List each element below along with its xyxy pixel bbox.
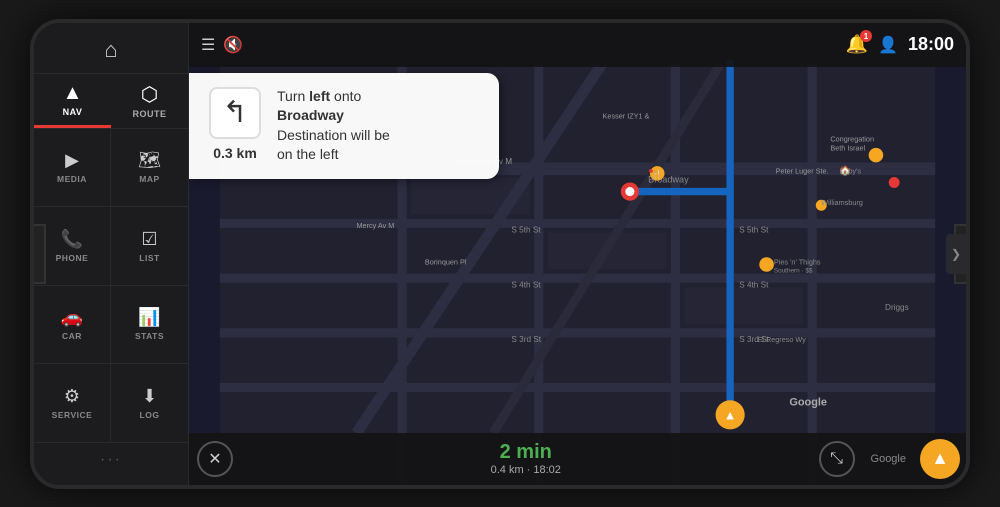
media-label: MEDIA [57, 174, 87, 184]
google-attribution: Google [863, 453, 914, 465]
map-icon: 🗺 [138, 150, 161, 171]
bottom-navigation-bar: ✕ 2 min 0.4 km · 18:02 ⤡ Google ▲ [189, 433, 966, 485]
compass-icon-circle: ▲ [920, 439, 960, 479]
svg-text:Peter Luger Ste.: Peter Luger Ste. [776, 166, 829, 175]
car-label: CAR [62, 331, 82, 341]
nav-button[interactable]: ▲ NAV [34, 74, 111, 128]
route-info: 2 min 0.4 km · 18:02 [241, 441, 811, 476]
svg-text:Beth Israel: Beth Israel [830, 143, 865, 152]
nav-card-left: ↰ 0.3 km [205, 87, 265, 165]
sidebar-item-car[interactable]: 🚗 CAR [34, 286, 111, 365]
nav-instruction-content: Turn left onto Broadway Destination will… [277, 87, 390, 165]
chevron-right-icon: ❯ [951, 247, 961, 261]
compass-arrow-icon: ▲ [931, 448, 949, 469]
user-avatar[interactable]: 👤 [878, 35, 898, 55]
nav-instruction-card: ↰ 0.3 km Turn left onto Broadway Destina… [189, 73, 499, 179]
map-label: MAP [139, 174, 159, 184]
svg-text:Mercy Av M: Mercy Av M [357, 221, 395, 230]
phone-label: PHONE [56, 253, 89, 263]
svg-text:●: ● [648, 165, 654, 175]
bracket-left [30, 224, 46, 284]
phone-icon: 📞 [61, 229, 83, 250]
sidebar-more-dots[interactable]: ··· [100, 443, 122, 477]
svg-text:S 3rd St: S 3rd St [511, 334, 541, 343]
cancel-icon-circle: ✕ [197, 441, 233, 477]
main-map-area: ☰ 🔇 🔔 1 👤 18:00 [189, 23, 966, 485]
list-label: LIST [139, 253, 159, 263]
svg-text:S 4th St: S 4th St [739, 280, 769, 289]
svg-text:Borinquen Pl: Borinquen Pl [425, 257, 467, 266]
sidebar-item-media[interactable]: ▶ MEDIA [34, 129, 111, 208]
route-options-button[interactable]: ⤡ [811, 433, 863, 485]
svg-text:Congregation: Congregation [830, 134, 874, 143]
nav-route-row: ▲ NAV ⬡ ROUTE [34, 74, 188, 129]
mute-icon[interactable]: 🔇 [223, 35, 243, 55]
home-icon: ⌂ [104, 37, 117, 63]
eta-time: 2 min [500, 441, 552, 464]
svg-text:🏠: 🏠 [839, 165, 850, 175]
nav-distance: 0.3 km [213, 145, 257, 161]
compass-button[interactable]: ▲ [914, 433, 966, 485]
nav-button-label: NAV [63, 107, 83, 117]
route-button[interactable]: ⬡ ROUTE [111, 74, 188, 128]
svg-text:Williamsburg: Williamsburg [821, 198, 863, 207]
stats-label: STATS [135, 331, 164, 341]
x-icon: ✕ [208, 449, 221, 469]
turn-arrow-icon: ↰ [222, 95, 247, 130]
car-icon: 🚗 [61, 307, 83, 328]
home-button[interactable]: ⌂ [34, 31, 188, 74]
collapse-arrow[interactable]: ❯ [946, 234, 966, 274]
svg-text:🍴: 🍴 [652, 169, 662, 180]
log-icon: ⬇ [142, 386, 157, 407]
list-icon: ☑ [141, 229, 157, 250]
notification-badge: 1 [860, 30, 872, 42]
notification-bell[interactable]: 🔔 1 [846, 34, 868, 55]
cancel-route-button[interactable]: ✕ [189, 433, 241, 485]
fork-icon: ⤡ [830, 450, 843, 468]
screen-wrapper: ⌂ ▲ NAV ⬡ ROUTE ▶ MEDIA [34, 23, 966, 485]
svg-text:S 4th St: S 4th St [511, 280, 541, 289]
turn-direction-icon: ↰ [209, 87, 261, 139]
top-bar: ☰ 🔇 🔔 1 👤 18:00 [189, 23, 966, 67]
current-time: 18:00 [908, 34, 954, 55]
sidebar-item-stats[interactable]: 📊 STATS [111, 286, 188, 365]
route-icon: ⬡ [141, 82, 158, 107]
sidebar-grid: ▶ MEDIA 🗺 MAP 📞 PHONE ☑ LIST 🚗 CAR [34, 129, 188, 443]
svg-text:Kesser IZY1 &: Kesser IZY1 & [603, 111, 650, 120]
nav-arrow-icon: ▲ [63, 82, 83, 105]
nav-instruction-text: Turn left onto Broadway Destination will… [277, 87, 390, 165]
svg-text:▲: ▲ [724, 407, 737, 422]
route-options-icon: ⤡ [819, 441, 855, 477]
svg-text:El Regreso Wy: El Regreso Wy [757, 334, 806, 343]
route-button-label: ROUTE [133, 109, 167, 119]
svg-text:S 5th St: S 5th St [511, 225, 541, 234]
media-icon: ▶ [65, 150, 79, 171]
sidebar-item-service[interactable]: ⚙ SERVICE [34, 364, 111, 443]
svg-text:Pies 'n' Thighs: Pies 'n' Thighs [774, 257, 821, 266]
log-label: LOG [140, 410, 160, 420]
sidebar-item-list[interactable]: ☑ LIST [111, 207, 188, 286]
menu-icon[interactable]: ☰ [201, 35, 215, 55]
svg-text:Google: Google [789, 396, 827, 408]
svg-text:Southern · $$: Southern · $$ [774, 267, 813, 274]
sidebar-item-log[interactable]: ⬇ LOG [111, 364, 188, 443]
top-bar-right: 🔔 1 👤 18:00 [846, 34, 954, 55]
svg-text:Driggs: Driggs [885, 303, 909, 312]
car-unit: ⌂ ▲ NAV ⬡ ROUTE ▶ MEDIA [30, 19, 970, 489]
sidebar-item-map[interactable]: 🗺 MAP [111, 129, 188, 208]
stats-icon: 📊 [138, 307, 160, 328]
route-details: 0.4 km · 18:02 [491, 464, 561, 476]
sidebar: ⌂ ▲ NAV ⬡ ROUTE ▶ MEDIA [34, 23, 189, 485]
svg-text:S 5th St: S 5th St [739, 225, 769, 234]
top-bar-left: ☰ 🔇 [201, 35, 243, 55]
service-label: SERVICE [52, 410, 93, 420]
service-icon: ⚙ [64, 386, 80, 407]
